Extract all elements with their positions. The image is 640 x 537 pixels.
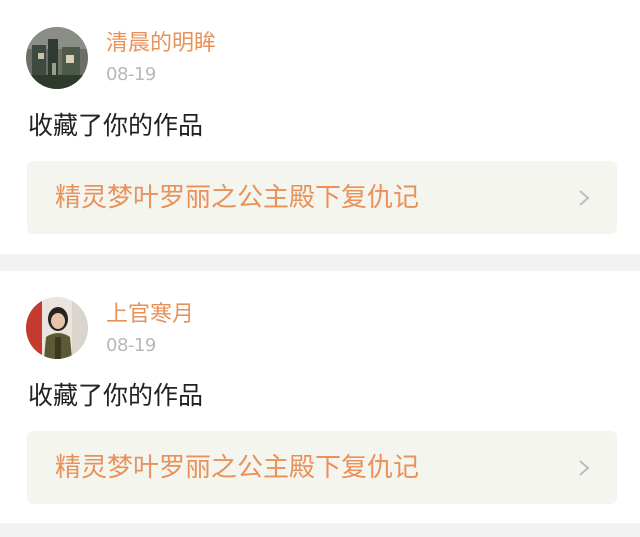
- work-link[interactable]: 精灵梦叶罗丽之公主殿下复仇记: [27, 431, 617, 504]
- action-text: 收藏了你的作品: [28, 111, 204, 140]
- work-title: 精灵梦叶罗丽之公主殿下复仇记: [55, 453, 420, 483]
- timestamp: 08-19: [106, 64, 156, 85]
- avatar[interactable]: [26, 297, 88, 359]
- timestamp: 08-19: [106, 335, 156, 356]
- action-text: 收藏了你的作品: [28, 381, 204, 410]
- username[interactable]: 上官寒月: [106, 301, 194, 329]
- avatar-image: [26, 27, 88, 89]
- chevron-right-icon: [579, 190, 590, 206]
- avatar[interactable]: [26, 27, 88, 89]
- notification-card: 清晨的明眸 08-19 收藏了你的作品 精灵梦叶罗丽之公主殿下复仇记: [0, 0, 640, 254]
- username[interactable]: 清晨的明眸: [106, 30, 216, 58]
- notification-card: 上官寒月 08-19 收藏了你的作品 精灵梦叶罗丽之公主殿下复仇记: [0, 271, 640, 523]
- avatar-image: [26, 297, 88, 359]
- work-link[interactable]: 精灵梦叶罗丽之公主殿下复仇记: [27, 161, 617, 234]
- work-title: 精灵梦叶罗丽之公主殿下复仇记: [55, 183, 420, 213]
- notification-feed: 清晨的明眸 08-19 收藏了你的作品 精灵梦叶罗丽之公主殿下复仇记 上官寒月 …: [0, 0, 640, 537]
- chevron-right-icon: [579, 460, 590, 476]
